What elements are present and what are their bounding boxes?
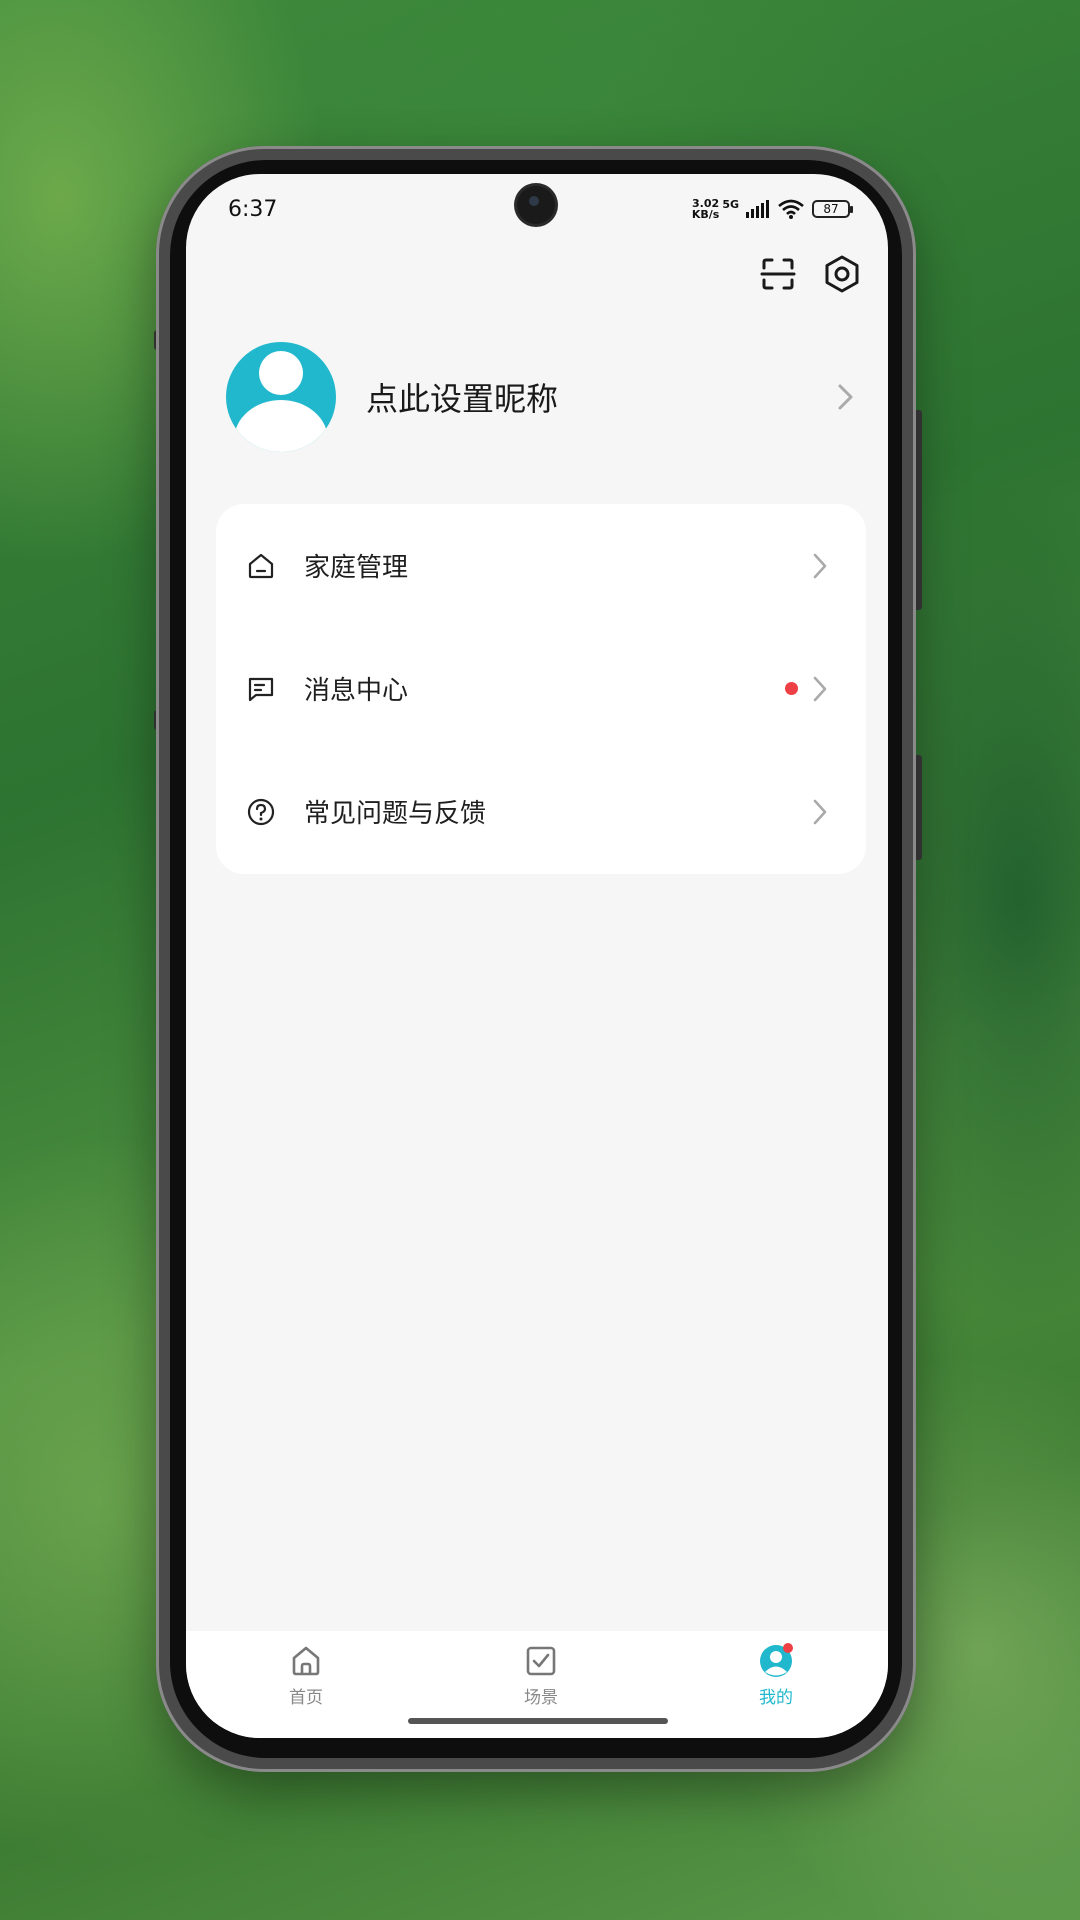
- tab-label: 首页: [289, 1688, 323, 1708]
- status-icons: 3.02 KB/s 5G 87: [692, 198, 853, 220]
- home-icon: [248, 553, 274, 578]
- tab-home[interactable]: 首页: [256, 1643, 356, 1708]
- chevron-right-icon: [813, 676, 827, 701]
- profile-row[interactable]: 点此设置昵称: [226, 342, 856, 454]
- tab-label: 场景: [524, 1688, 558, 1708]
- message-icon: [248, 677, 274, 701]
- app-screen: 6:37 3.02 KB/s 5G 87 点此设置昵称 家庭管理 消息中心 常见…: [186, 174, 888, 1738]
- network-speed: 3.02 KB/s: [692, 198, 719, 220]
- menu-item-label: 消息中心: [304, 676, 409, 706]
- home-icon: [292, 1646, 320, 1676]
- battery-indicator: 87: [812, 200, 853, 218]
- avatar-body: [234, 400, 328, 452]
- checkbox-icon: [526, 1646, 556, 1676]
- network-speed-unit: KB/s: [691, 208, 720, 221]
- tab-badge-dot: [783, 1643, 793, 1653]
- avatar[interactable]: [226, 342, 336, 452]
- menu-card: 家庭管理 消息中心 常见问题与反馈: [216, 504, 866, 874]
- user-icon: [760, 1643, 793, 1677]
- avatar-head: [259, 351, 303, 395]
- help-icon: [247, 798, 275, 825]
- wifi-icon: [778, 199, 804, 219]
- tab-label: 我的: [759, 1688, 793, 1708]
- tab-mine[interactable]: 我的: [726, 1643, 826, 1708]
- chevron-right-icon: [813, 553, 827, 578]
- home-indicator[interactable]: [408, 1718, 668, 1724]
- chevron-right-icon: [838, 384, 853, 410]
- front-camera: [517, 186, 555, 224]
- menu-item-label: 常见问题与反馈: [304, 799, 487, 829]
- nickname-label[interactable]: 点此设置昵称: [366, 374, 558, 420]
- tab-scenes[interactable]: 场景: [491, 1643, 591, 1708]
- settings-icon[interactable]: [822, 254, 862, 294]
- menu-item-family-management[interactable]: 家庭管理: [216, 504, 866, 627]
- menu-item-message-center[interactable]: 消息中心: [216, 627, 866, 750]
- menu-item-faq-feedback[interactable]: 常见问题与反馈: [216, 750, 866, 873]
- unread-badge: [785, 682, 798, 695]
- signal-icon: [746, 200, 769, 218]
- status-time: 6:37: [228, 197, 278, 222]
- chevron-right-icon: [813, 799, 827, 824]
- scan-icon[interactable]: [758, 254, 798, 294]
- network-type: 5G: [722, 198, 739, 211]
- menu-item-label: 家庭管理: [304, 553, 409, 583]
